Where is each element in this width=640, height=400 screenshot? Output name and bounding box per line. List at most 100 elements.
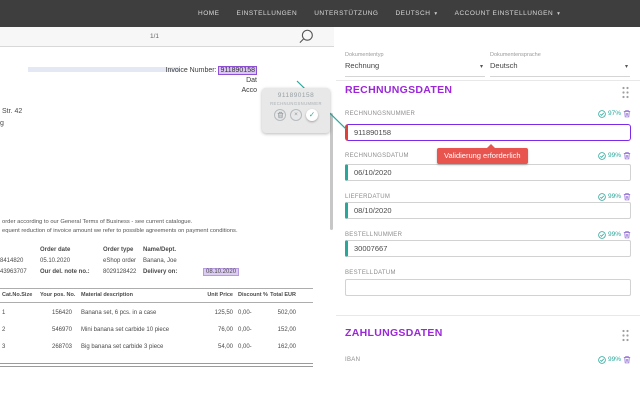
column-header: Total EUR [270, 292, 296, 298]
confidence-check-icon [598, 192, 606, 201]
nav-item-label: ACCOUNT EINSTELLUNGEN [454, 10, 554, 17]
drag-handle-icon[interactable] [621, 86, 630, 99]
nav-item-unterstuetzung[interactable]: UNTERSTÜTZUNG [314, 10, 378, 17]
search-zoom-icon[interactable] [297, 28, 315, 46]
confidence-value: 99% [607, 356, 621, 363]
delete-field-trash-icon[interactable] [623, 355, 631, 364]
field-label: BESTELLDATUM [345, 270, 396, 276]
table-cell: 2 [2, 327, 6, 333]
order-info-cell: 8414820 [0, 258, 24, 264]
field-badge: 99% [598, 355, 631, 364]
field-badge: 99% [598, 230, 631, 239]
table-cell: 3 [2, 344, 6, 350]
table-cell: 125,50 [214, 310, 233, 316]
select-label: Dokumententyp [345, 52, 384, 58]
divider [336, 80, 640, 81]
rechnungsnummer-input[interactable] [345, 124, 631, 141]
validation-tooltip: Validierung erforderlich [437, 144, 528, 164]
document-toolbar: 1/1 [0, 27, 334, 47]
field-row: BESTELLNUMMER 99% [345, 230, 631, 239]
invoice-number-highlight[interactable]: 911890158 [218, 66, 257, 75]
bestelldatum-input[interactable] [345, 279, 631, 296]
order-info-cell: Our del. note no.: [40, 269, 90, 275]
select-value: Deutsch [490, 61, 518, 70]
select-value: Rechnung [345, 61, 380, 70]
table-cell: 546970 [52, 327, 73, 333]
nav-item-label: UNTERSTÜTZUNG [314, 10, 379, 17]
field-badge: 97% [598, 109, 631, 118]
popup-field-label: RECHNUNGSNUMMER [270, 101, 322, 106]
check-icon: ✓ [308, 110, 316, 119]
order-info-cell: 05.10.2020 [40, 258, 71, 264]
invoice-header-block: Invoice Number: 911890158 Dat Acco [166, 66, 257, 96]
order-info-header: Name/Dept. [143, 247, 177, 253]
table-cell: 76,00 [217, 327, 233, 333]
highlight-region[interactable] [28, 67, 180, 72]
delete-field-trash-icon[interactable] [623, 192, 631, 201]
drag-handle-icon[interactable] [621, 329, 630, 342]
column-header: Cat.No.Size [2, 292, 33, 298]
table-cell: 156420 [52, 310, 73, 316]
table-cell: Mini banana set carbide 10 piece [81, 327, 170, 333]
confidence-value: 99% [607, 231, 621, 238]
document-type-select[interactable]: Dokumententyp Rechnung ▾ [345, 52, 485, 77]
chevron-down-icon: ▾ [624, 64, 628, 70]
table-cell: 0,00- [238, 327, 252, 333]
popup-confirm-button[interactable]: ✓ [306, 109, 318, 121]
table-cell: 1 [2, 310, 6, 316]
order-info-header: Order date [40, 247, 71, 253]
lieferdatum-input[interactable] [345, 202, 631, 219]
chevron-down-icon: ▾ [479, 64, 483, 70]
table-cell: 54,00 [217, 344, 233, 350]
table-rule [0, 288, 313, 289]
document-viewer: Invoice Number: 911890158 Dat Acco Str. … [0, 47, 334, 400]
popup-cancel-button[interactable]: × [290, 109, 302, 121]
nav-item-einstellungen[interactable]: EINSTELLUNGEN [237, 10, 298, 17]
extraction-panel: Dokumententyp Rechnung ▾ Dokumentensprac… [336, 47, 640, 400]
nav-item-home[interactable]: HOME [198, 10, 220, 17]
nav-item-label: HOME [198, 10, 220, 17]
invoice-number-label: Invoice Number: [165, 67, 217, 74]
popup-delete-button[interactable] [274, 109, 286, 121]
nav-item-account-settings[interactable]: ACCOUNT EINSTELLUNGEN ▾ [455, 10, 561, 17]
chevron-down-icon: ▾ [434, 10, 438, 17]
delete-field-trash-icon[interactable] [623, 230, 631, 239]
field-label: RECHNUNGSNUMMER [345, 110, 416, 117]
field-row: IBAN 99% [345, 355, 631, 364]
select-label: Dokumentensprache [490, 52, 541, 58]
confidence-value: 99% [607, 193, 621, 200]
terms-text: order according to our General Terms of … [2, 219, 193, 225]
divider [336, 315, 640, 316]
column-header: Material description [81, 292, 133, 298]
close-icon: × [294, 111, 298, 118]
nav-item-label: EINSTELLUNGEN [236, 10, 298, 17]
table-cell: 0,00- [238, 310, 252, 316]
delete-field-trash-icon[interactable] [623, 109, 631, 118]
table-cell: Big banana set carbide 3 piece [81, 344, 164, 350]
bestellnummer-input[interactable] [345, 240, 631, 257]
confidence-check-icon [598, 151, 606, 160]
confidence-check-icon [598, 230, 606, 239]
delivery-date-highlight[interactable]: 08.10.2020 [203, 268, 240, 276]
confidence-value: 99% [607, 152, 621, 159]
field-label: IBAN [345, 356, 361, 363]
table-cell: Banana set, 6 pcs. in a case [81, 310, 157, 316]
order-info-cell: Banana, Joe [143, 258, 177, 264]
table-cell: 0,00- [238, 344, 252, 350]
section-title-rechnungsdaten: RECHNUNGSDATEN [345, 84, 453, 96]
table-cell: 502,00 [277, 310, 296, 316]
table-cell: 162,00 [277, 344, 296, 350]
rechnungsdatum-input[interactable] [345, 164, 631, 181]
order-info-cell: Delivery on: [143, 269, 178, 275]
table-cell: 268703 [52, 344, 73, 350]
order-info-cell: eShop order [103, 258, 137, 264]
confidence-value: 97% [607, 110, 621, 117]
nav-item-language[interactable]: DEUTSCH ▾ [395, 10, 437, 17]
nav-item-label: DEUTSCH [395, 10, 431, 17]
field-row: LIEFERDATUM 99% [345, 192, 631, 201]
delete-field-trash-icon[interactable] [623, 151, 631, 160]
field-row: BESTELLDATUM [345, 270, 631, 276]
document-scrollbar[interactable] [330, 113, 333, 230]
document-language-select[interactable]: Dokumentensprache Deutsch ▾ [490, 52, 630, 77]
field-label: BESTELLNUMMER [345, 231, 403, 238]
